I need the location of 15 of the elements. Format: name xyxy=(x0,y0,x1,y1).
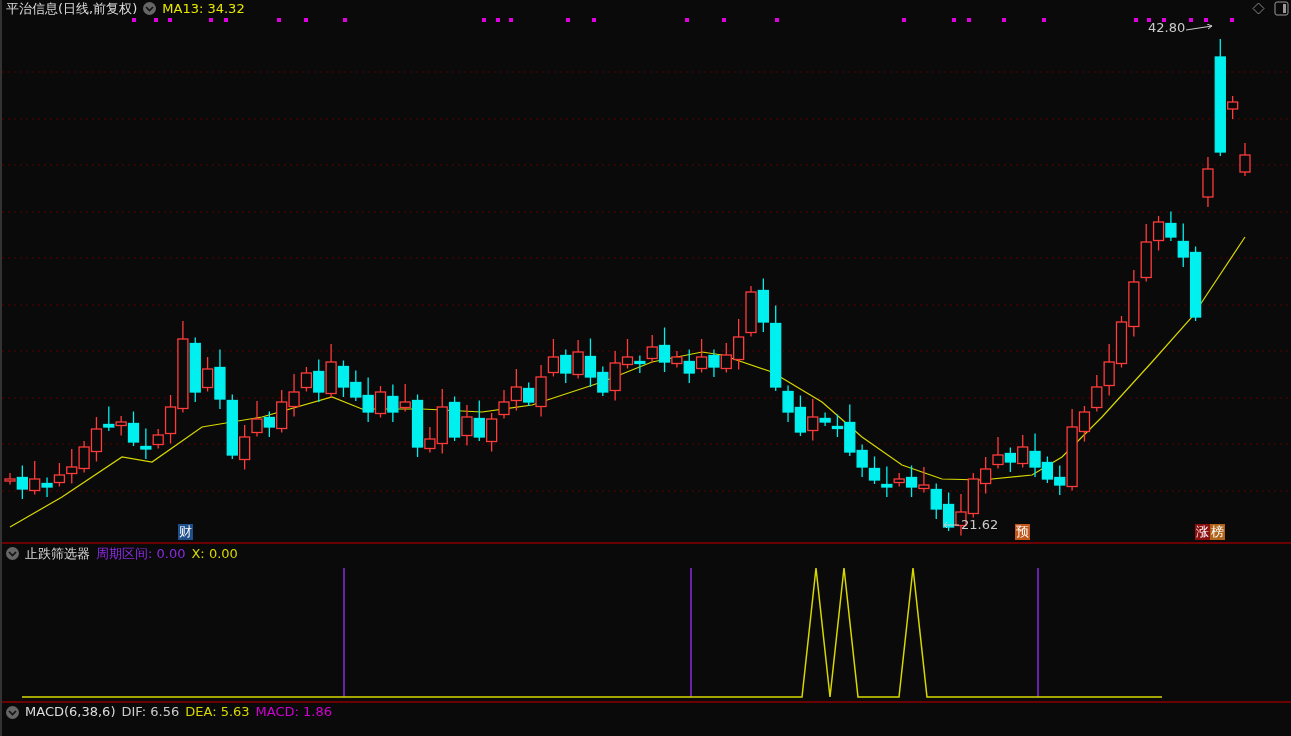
event-badge[interactable]: 预 xyxy=(1015,524,1030,540)
indicator-reading: 周期区间: 0.00 xyxy=(96,544,186,563)
high-price-label: 42.80 xyxy=(1148,20,1186,35)
stock-title: 平治信息(日线,前复权) xyxy=(6,0,138,18)
ma-reading: MA13: 34.32 xyxy=(162,1,245,16)
low-price-label: 21.62 xyxy=(961,517,999,532)
indicator-reading: X: 0.00 xyxy=(191,546,238,561)
macd-reading: DIF: 6.56 xyxy=(121,706,180,718)
macd-reading: MACD: 1.86 xyxy=(255,706,333,718)
event-badge[interactable]: 榜 xyxy=(1210,524,1225,540)
event-badge[interactable]: 财 xyxy=(178,524,193,540)
indicator-title: 止跌筛选器 xyxy=(25,544,90,563)
event-badge[interactable]: 涨 xyxy=(1195,524,1210,540)
macd-title: MACD(6,38,6) xyxy=(25,706,116,718)
macd-reading: DEA: 5.63 xyxy=(185,706,250,718)
